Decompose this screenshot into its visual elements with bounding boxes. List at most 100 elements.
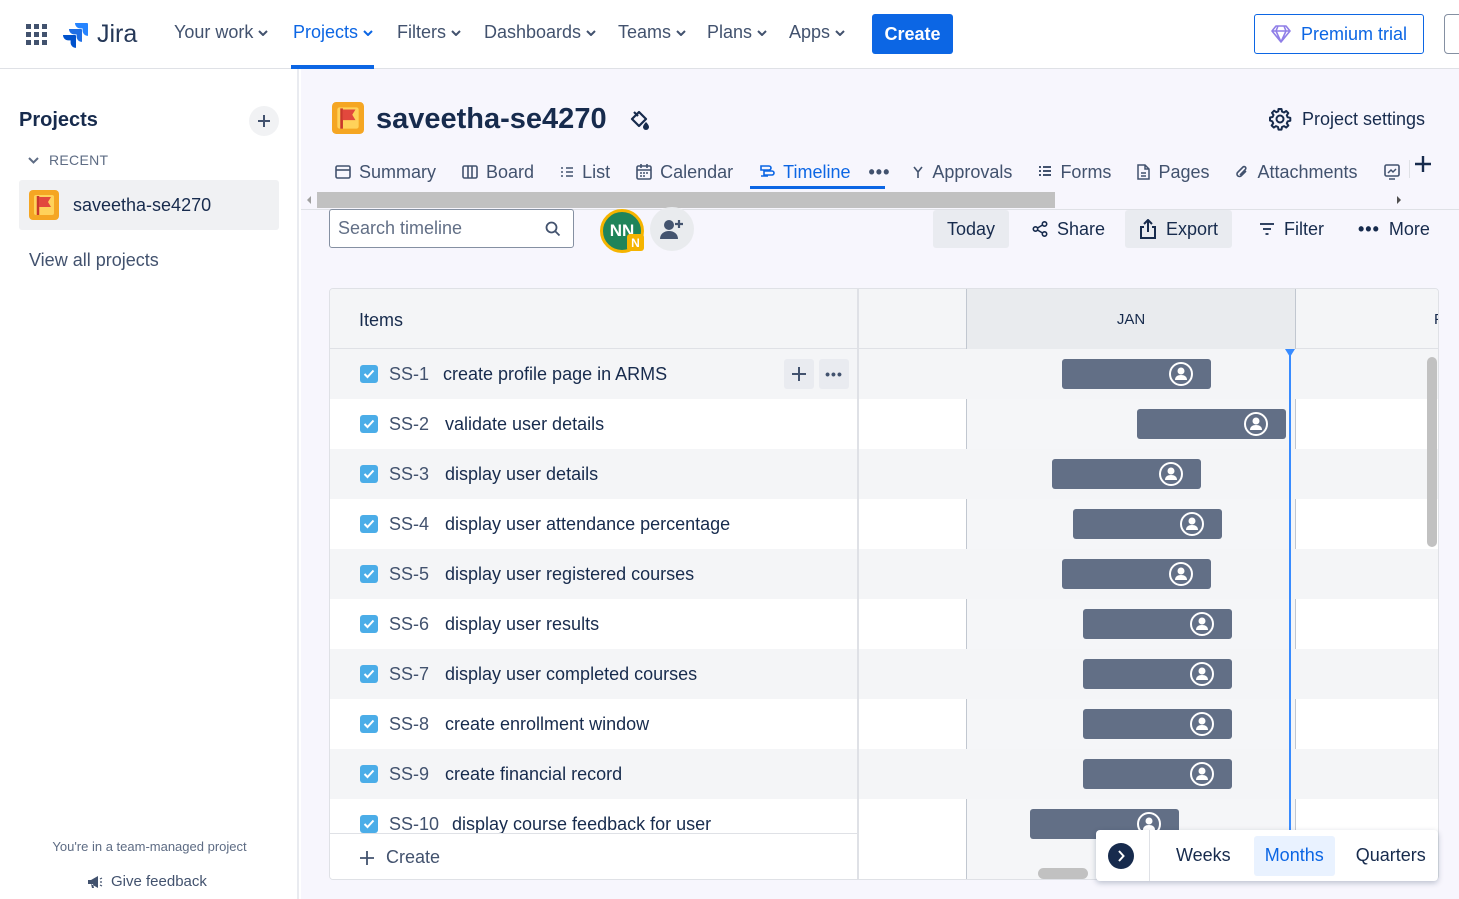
timeline-bar[interactable] <box>1073 509 1222 539</box>
nav-projects[interactable]: Projects <box>293 22 373 43</box>
add-child-button[interactable] <box>784 359 814 389</box>
global-search-field[interactable] <box>1444 14 1459 54</box>
paint-bucket-icon[interactable] <box>628 109 650 131</box>
issue-title[interactable]: create profile page in ARMS <box>443 364 667 385</box>
tab-timeline[interactable]: Timeline ••• <box>759 162 890 183</box>
column-divider[interactable] <box>857 289 859 879</box>
tab-forms[interactable]: Forms <box>1038 162 1111 183</box>
timeline-row[interactable]: SS-7 display user completed courses <box>330 649 1438 699</box>
recent-section-toggle[interactable]: RECENT <box>28 152 108 168</box>
tab-calendar[interactable]: Calendar <box>636 162 733 183</box>
timeline-row[interactable]: SS-8 create enrollment window <box>330 699 1438 749</box>
issue-title[interactable]: display user completed courses <box>445 664 697 685</box>
chevron-down-icon <box>835 29 845 36</box>
issue-title[interactable]: create enrollment window <box>445 714 649 735</box>
scale-weeks[interactable]: Weeks <box>1165 836 1242 876</box>
issue-title[interactable]: display user attendance percentage <box>445 514 730 535</box>
nav-teams[interactable]: Teams <box>618 22 686 43</box>
issue-title[interactable]: validate user details <box>445 414 604 435</box>
forms-icon <box>1039 166 1052 176</box>
today-marker-head <box>1285 349 1295 357</box>
issue-key[interactable]: SS-1 <box>389 364 429 385</box>
vertical-scrollbar-thumb[interactable] <box>1427 357 1437 547</box>
premium-trial-button[interactable]: Premium trial <box>1254 14 1424 54</box>
add-person-icon <box>660 220 683 239</box>
issue-key[interactable]: SS-2 <box>389 414 429 435</box>
issue-key[interactable]: SS-9 <box>389 764 429 785</box>
share-button[interactable]: Share <box>1018 210 1119 248</box>
filter-label: Filter <box>1284 218 1324 239</box>
tab-pages[interactable]: Pages <box>1137 162 1209 183</box>
issue-title[interactable]: create financial record <box>445 764 622 785</box>
sidebar-item-project[interactable]: saveetha-se4270 <box>19 180 279 230</box>
issue-title[interactable]: display course feedback for user <box>452 814 711 835</box>
issue-title[interactable]: display user results <box>445 614 599 635</box>
app-switcher-icon[interactable] <box>26 24 48 46</box>
more-button[interactable]: ••• More <box>1344 210 1444 248</box>
collapse-toggle[interactable] <box>1108 842 1134 869</box>
row-actions: ••• <box>784 359 849 389</box>
project-settings-button[interactable]: Project settings <box>1268 107 1425 131</box>
nav-your-work[interactable]: Your work <box>174 22 269 43</box>
tab-summary[interactable]: Summary <box>335 162 436 183</box>
issue-key[interactable]: SS-6 <box>389 614 429 635</box>
add-tab-button[interactable] <box>1415 156 1431 172</box>
scale-months[interactable]: Months <box>1253 835 1335 876</box>
timeline-row[interactable]: SS-1 create profile page in ARMS ••• <box>330 349 1438 399</box>
nav-filters[interactable]: Filters <box>397 22 461 43</box>
timeline-bar[interactable] <box>1083 709 1232 739</box>
nav-plans[interactable]: Plans <box>707 22 767 43</box>
scroll-right-icon[interactable] <box>1395 195 1403 205</box>
timeline-bar[interactable] <box>1137 409 1286 439</box>
jira-logo[interactable]: Jira <box>63 20 137 49</box>
timeline-row[interactable]: SS-2 validate user details <box>330 399 1438 449</box>
timeline-bar[interactable] <box>1062 559 1211 589</box>
top-navigation: Jira Your work Projects Filters Dashboar… <box>0 0 1459 69</box>
timeline-row[interactable]: SS-6 display user results <box>330 599 1438 649</box>
issue-title[interactable]: display user registered courses <box>445 564 694 585</box>
add-project-button[interactable] <box>249 106 279 136</box>
timeline-bar[interactable] <box>1083 759 1232 789</box>
issue-key[interactable]: SS-7 <box>389 664 429 685</box>
tabs-scrollbar-thumb[interactable] <box>317 192 1055 208</box>
timeline-bar[interactable] <box>1052 459 1201 489</box>
tab-more-icon[interactable]: ••• <box>868 162 890 183</box>
issue-title[interactable]: display user details <box>445 464 598 485</box>
issue-key[interactable]: SS-10 <box>389 814 439 835</box>
export-button[interactable]: Export <box>1125 210 1233 248</box>
scroll-left-icon[interactable] <box>305 195 313 205</box>
issue-key[interactable]: SS-4 <box>389 514 429 535</box>
timeline-row[interactable]: SS-9 create financial record <box>330 749 1438 799</box>
timeline-bar[interactable] <box>1083 609 1232 639</box>
diamond-icon <box>1271 25 1291 43</box>
tab-board[interactable]: Board <box>462 162 534 183</box>
approvals-icon <box>913 166 924 178</box>
create-item-button[interactable]: Create <box>330 833 857 879</box>
nav-apps[interactable]: Apps <box>789 22 845 43</box>
today-button[interactable]: Today <box>933 210 1010 248</box>
timeline-bar[interactable] <box>1083 659 1232 689</box>
issue-key[interactable]: SS-8 <box>389 714 429 735</box>
tab-list[interactable]: List <box>560 162 610 183</box>
add-people-button[interactable] <box>650 207 694 251</box>
timeline-row[interactable]: SS-3 display user details <box>330 449 1438 499</box>
search-timeline-input[interactable]: Search timeline <box>329 209 574 248</box>
issue-key[interactable]: SS-5 <box>389 564 429 585</box>
nav-dashboards[interactable]: Dashboards <box>484 22 596 43</box>
create-button[interactable]: Create <box>872 14 953 54</box>
tab-approvals[interactable]: Approvals <box>912 162 1012 183</box>
scale-quarters[interactable]: Quarters <box>1345 836 1437 876</box>
timeline-row[interactable]: SS-4 display user attendance percentage <box>330 499 1438 549</box>
timeline-bar[interactable] <box>1062 359 1211 389</box>
view-all-projects-link[interactable]: View all projects <box>29 250 159 271</box>
month-header-jan: JAN <box>966 289 1296 349</box>
give-feedback-link[interactable]: Give feedback <box>87 873 207 890</box>
tab-attachments[interactable]: Attachments <box>1235 162 1358 183</box>
issue-key[interactable]: SS-3 <box>389 464 429 485</box>
filter-button[interactable]: Filter <box>1245 210 1338 248</box>
chevron-down-icon <box>28 156 39 164</box>
timeline-row[interactable]: SS-5 display user registered courses <box>330 549 1438 599</box>
horizontal-scrollbar-thumb[interactable] <box>1038 868 1088 879</box>
row-more-button[interactable]: ••• <box>819 359 849 389</box>
tab-overflow[interactable] <box>1383 164 1400 180</box>
